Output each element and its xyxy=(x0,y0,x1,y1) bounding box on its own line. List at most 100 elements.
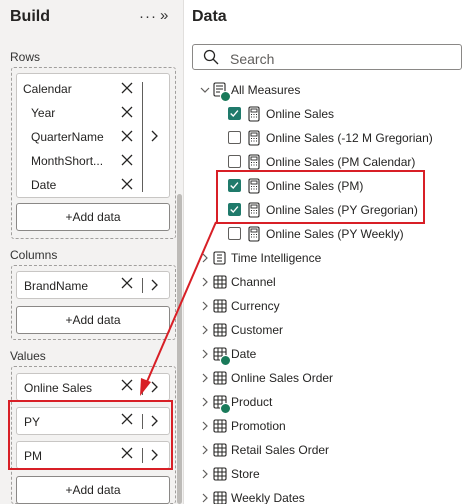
divider xyxy=(142,82,143,192)
chevron-right-icon[interactable] xyxy=(200,372,210,384)
tree-item-table[interactable]: Online Sales Order xyxy=(184,366,462,390)
close-icon[interactable] xyxy=(120,81,134,95)
tree-item-label: Product xyxy=(231,395,273,409)
calculation-group-icon xyxy=(213,251,226,265)
tree-item-table[interactable]: Customer xyxy=(184,318,462,342)
check-badge-icon xyxy=(220,91,231,102)
values-add-data-button[interactable]: +Add data xyxy=(16,476,170,504)
divider xyxy=(142,380,143,395)
tree-item-label: Retail Sales Order xyxy=(231,443,330,457)
chevron-right-icon[interactable] xyxy=(200,492,210,504)
check-badge-icon xyxy=(220,403,231,414)
tree-item-all-measures[interactable]: All Measures xyxy=(184,78,462,102)
table-icon xyxy=(213,323,227,337)
highlight-box-measures xyxy=(216,170,425,224)
rows-field-monthshort[interactable]: MonthShort... xyxy=(17,148,147,172)
field-label: Date xyxy=(31,178,57,192)
measure-item[interactable]: Online Sales (-12 M Gregorian) xyxy=(184,126,462,150)
build-pane: Build ··· » Rows Calendar Year QuarterNa… xyxy=(0,0,184,504)
search-placeholder: Search xyxy=(230,51,275,67)
measure-label: Online Sales (PY Weekly) xyxy=(266,227,404,241)
measure-label: Online Sales xyxy=(266,107,335,121)
columns-add-data-button[interactable]: +Add data xyxy=(16,306,170,334)
chevron-right-icon[interactable] xyxy=(200,276,210,288)
rows-section-label: Rows xyxy=(10,50,41,64)
chevron-right-icon[interactable] xyxy=(200,348,210,360)
tree-item-label: Currency xyxy=(231,299,280,313)
tree-item-label: Date xyxy=(231,347,257,361)
table-icon xyxy=(213,275,227,289)
checkmark-icon xyxy=(230,110,239,118)
close-icon[interactable] xyxy=(120,177,134,191)
chevron-right-icon[interactable] xyxy=(200,420,210,432)
tree-item-table[interactable]: Product xyxy=(184,390,462,414)
field-label: Year xyxy=(31,106,56,120)
table-icon xyxy=(213,491,227,504)
data-pane-title: Data xyxy=(192,8,227,25)
tree-item-table[interactable]: Weekly Dates xyxy=(184,486,462,504)
checkbox[interactable] xyxy=(228,155,241,168)
measure-label: Online Sales (-12 M Gregorian) xyxy=(266,131,433,145)
table-icon xyxy=(213,419,227,433)
chevron-right-icon[interactable] xyxy=(200,252,210,264)
checkbox[interactable] xyxy=(228,227,241,240)
table-icon xyxy=(213,467,227,481)
data-pane: Data Search All Measures Online Sales Onl… xyxy=(184,0,462,504)
table-icon xyxy=(213,299,227,313)
values-field-online-sales[interactable]: Online Sales xyxy=(16,373,170,401)
search-icon xyxy=(203,49,219,65)
chevron-right-icon[interactable] xyxy=(150,278,159,292)
collapse-pane-icon[interactable]: » xyxy=(160,7,168,24)
values-section-label: Values xyxy=(10,349,46,363)
tree-item-time-intelligence[interactable]: Time Intelligence xyxy=(184,246,462,270)
rows-field-quartername[interactable]: QuarterName xyxy=(17,124,147,148)
measure-item[interactable]: Online Sales xyxy=(184,102,462,126)
close-icon[interactable] xyxy=(120,153,134,167)
field-label: QuarterName xyxy=(31,130,104,144)
tree-item-label: Time Intelligence xyxy=(231,251,322,265)
tree-item-table[interactable]: Store xyxy=(184,462,462,486)
measure-item[interactable]: Online Sales (PY Weekly) xyxy=(184,222,462,246)
tree-item-label: Channel xyxy=(231,275,276,289)
checkbox[interactable] xyxy=(228,107,241,120)
rows-add-data-button[interactable]: +Add data xyxy=(16,203,170,231)
tree-item-table[interactable]: Promotion xyxy=(184,414,462,438)
chevron-right-icon[interactable] xyxy=(150,129,159,143)
close-icon[interactable] xyxy=(120,378,134,392)
tree-item-label: Customer xyxy=(231,323,284,337)
build-pane-title: Build xyxy=(10,8,50,25)
more-options-icon[interactable]: ··· xyxy=(139,8,157,25)
chevron-right-icon[interactable] xyxy=(200,300,210,312)
chevron-right-icon[interactable] xyxy=(200,444,210,456)
close-icon[interactable] xyxy=(120,129,134,143)
tree-item-label: Promotion xyxy=(231,419,286,433)
chevron-down-icon[interactable] xyxy=(200,84,210,96)
columns-field-brandname[interactable]: BrandName xyxy=(16,271,170,299)
chevron-right-icon[interactable] xyxy=(200,468,210,480)
checkbox[interactable] xyxy=(228,131,241,144)
chevron-right-icon[interactable] xyxy=(200,324,210,336)
calculator-icon xyxy=(248,106,260,122)
chevron-right-icon[interactable] xyxy=(200,396,210,408)
close-icon[interactable] xyxy=(120,276,134,290)
tree-item-label: All Measures xyxy=(231,83,301,97)
calculator-icon xyxy=(248,226,260,242)
columns-section-label: Columns xyxy=(10,248,58,262)
chevron-right-icon[interactable] xyxy=(150,380,159,394)
rows-field-date[interactable]: Date xyxy=(17,172,147,196)
tree-item-table[interactable]: Currency xyxy=(184,294,462,318)
tree-item-table[interactable]: Channel xyxy=(184,270,462,294)
calculator-icon xyxy=(248,130,260,146)
tree-item-label: Online Sales Order xyxy=(231,371,334,385)
tree-item-label: Weekly Dates xyxy=(231,491,305,504)
rows-field-calendar[interactable]: Calendar xyxy=(17,76,147,100)
search-input[interactable]: Search xyxy=(192,44,462,70)
tree-item-table[interactable]: Retail Sales Order xyxy=(184,438,462,462)
rows-field-group[interactable]: Calendar Year QuarterName MonthShort... … xyxy=(16,73,170,198)
tree-item-table[interactable]: Date xyxy=(184,342,462,366)
rows-field-year[interactable]: Year xyxy=(17,100,147,124)
close-icon[interactable] xyxy=(120,105,134,119)
scrollbar[interactable] xyxy=(177,194,182,504)
table-icon xyxy=(213,371,227,385)
field-label: BrandName xyxy=(24,279,89,293)
